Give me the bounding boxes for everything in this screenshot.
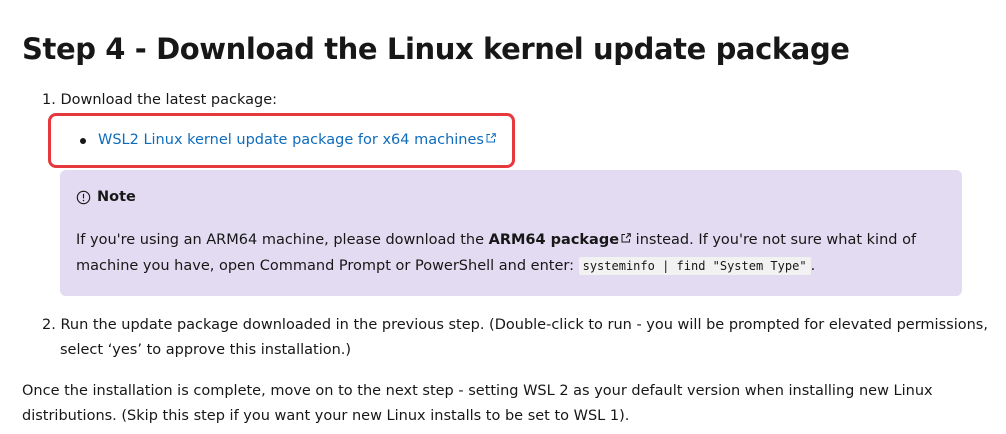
- step-2-line-2: select ‘yes’ to approve this installatio…: [60, 338, 351, 363]
- note-body: If you're using an ARM64 machine, please…: [76, 227, 936, 279]
- note-callout: Note If you're using an ARM64 machine, p…: [60, 170, 962, 296]
- step-2-number: 2.: [42, 317, 56, 333]
- note-header: Note: [76, 189, 136, 205]
- note-text-end: .: [810, 258, 816, 274]
- step-1-line: 1. Download the latest package:: [42, 88, 277, 113]
- external-link-icon: [621, 233, 631, 243]
- note-text-before: If you're using an ARM64 machine, please…: [76, 232, 489, 248]
- step-1-number: 1.: [42, 92, 56, 108]
- step-2-line-1: 2. Run the update package downloaded in …: [42, 313, 988, 338]
- section-heading: Step 4 - Download the Linux kernel updat…: [22, 32, 850, 66]
- info-circle-icon: [76, 190, 91, 204]
- doc-page: Step 4 - Download the Linux kernel updat…: [0, 0, 1006, 434]
- closing-paragraph: Once the installation is complete, move …: [22, 383, 933, 424]
- arm64-package-link-label: ARM64 package: [488, 232, 620, 248]
- note-title: Note: [97, 189, 136, 205]
- external-link-icon: [486, 133, 496, 143]
- wsl2-x64-download-link-label: WSL2 Linux kernel update package for x64…: [98, 132, 484, 148]
- step-2-text-line-2: select ‘yes’ to approve this installatio…: [60, 342, 352, 358]
- wsl2-x64-download-link[interactable]: WSL2 Linux kernel update package for x64…: [98, 128, 496, 153]
- systeminfo-command: systeminfo | find "System Type": [578, 257, 811, 275]
- step-2-text-line-1: Run the update package downloaded in the…: [60, 317, 988, 333]
- step-1-text: Download the latest package:: [60, 92, 278, 108]
- bullet-dot: [80, 138, 86, 144]
- arm64-package-link[interactable]: ARM64 package: [489, 232, 631, 248]
